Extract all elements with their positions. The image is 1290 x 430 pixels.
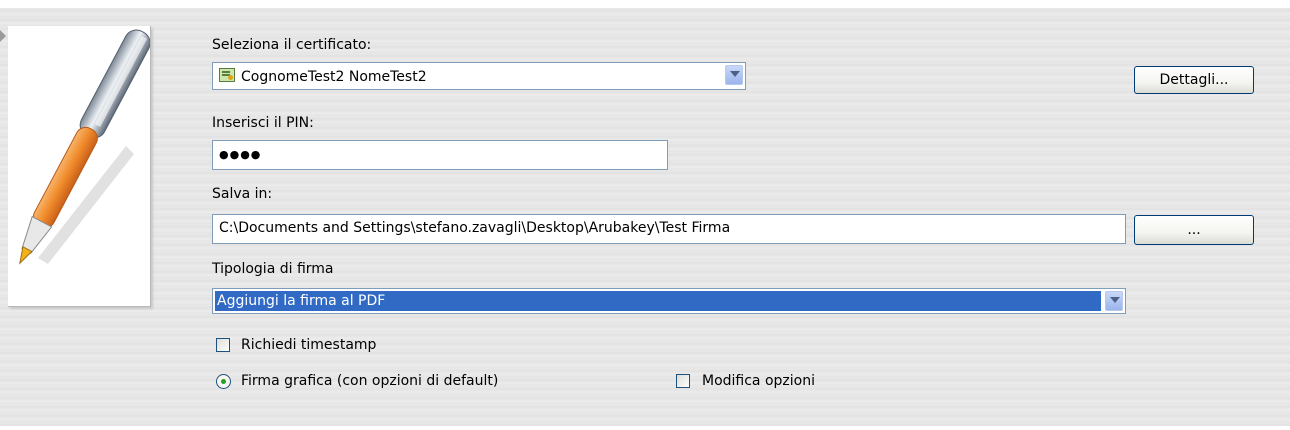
timestamp-label: Richiedi timestamp <box>241 337 377 353</box>
timestamp-checkbox[interactable] <box>216 338 230 352</box>
pin-label: Inserisci il PIN: <box>212 115 314 131</box>
signature-type-label: Tipologia di firma <box>212 261 334 277</box>
browse-button[interactable]: ... <box>1134 215 1254 245</box>
radio-selected-dot <box>221 379 226 384</box>
graphic-signature-label: Firma grafica (con opzioni di default) <box>241 373 499 389</box>
certificate-select[interactable]: CognomeTest2 NomeTest2 <box>212 62 746 90</box>
certificate-icon <box>219 68 235 82</box>
logo-notch <box>0 30 6 42</box>
pen-signature-icon <box>19 29 150 265</box>
pen-logo-box <box>8 26 151 307</box>
chevron-down-icon[interactable] <box>1105 291 1123 311</box>
modify-options-checkbox[interactable] <box>676 374 690 388</box>
pin-masked-value: ●●●● <box>219 148 262 161</box>
modify-options-label: Modifica opzioni <box>702 373 815 389</box>
details-button[interactable]: Dettagli... <box>1134 66 1254 94</box>
save-path-field[interactable]: C:\Documents and Settings\stefano.zavagl… <box>212 214 1126 244</box>
save-path-value: C:\Documents and Settings\stefano.zavagl… <box>219 220 731 236</box>
certificate-label: Seleziona il certificato: <box>212 37 372 53</box>
certificate-selected-value: CognomeTest2 NomeTest2 <box>241 69 427 85</box>
signature-type-selected-value: Aggiungi la firma al PDF <box>217 293 386 309</box>
graphic-signature-radio[interactable] <box>216 374 231 389</box>
signature-type-select[interactable]: Aggiungi la firma al PDF <box>212 288 1126 314</box>
signature-panel: Seleziona il certificato: CognomeTest2 N… <box>0 8 1290 426</box>
chevron-down-icon[interactable] <box>725 65 743 85</box>
save-label: Salva in: <box>212 186 273 202</box>
pin-field[interactable]: ●●●● <box>212 140 668 170</box>
